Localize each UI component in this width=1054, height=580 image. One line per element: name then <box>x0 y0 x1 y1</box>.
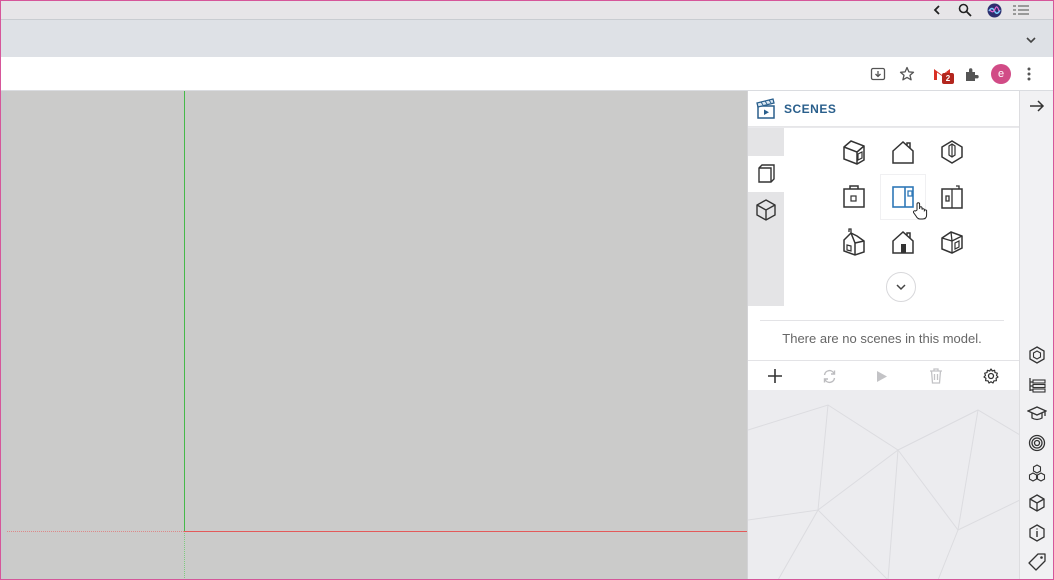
menu-bar <box>1 1 1053 19</box>
more-templates-button[interactable] <box>886 272 916 302</box>
right-tray <box>1019 91 1053 580</box>
extensions-icon[interactable] <box>961 64 981 84</box>
kebab-menu-icon[interactable] <box>1019 64 1039 84</box>
panel-background-pattern <box>748 390 1020 580</box>
instructor-icon[interactable] <box>1025 402 1049 426</box>
play-scenes-icon[interactable] <box>872 366 892 386</box>
components-icon[interactable] <box>1025 461 1049 485</box>
tab-search-icon[interactable] <box>1023 32 1039 48</box>
scenes-header: SCENES <box>748 91 1020 127</box>
display-icon[interactable] <box>1025 491 1049 515</box>
green-axis <box>184 91 185 531</box>
profile-avatar[interactable]: e <box>991 64 1011 84</box>
delete-scene-icon[interactable] <box>926 366 946 386</box>
red-axis <box>184 531 747 532</box>
red-axis-negative <box>7 531 184 532</box>
star-icon[interactable] <box>897 64 917 84</box>
tags-icon[interactable] <box>1025 550 1049 574</box>
front-house-icon[interactable] <box>881 130 925 174</box>
materials-icon[interactable] <box>1025 431 1049 455</box>
scenes-panel: SCENES There are no scenes in this model… <box>747 91 1020 580</box>
tab-strip <box>1 19 1053 57</box>
close-panel-arrow-icon[interactable] <box>1025 94 1049 118</box>
right-view-icon[interactable] <box>930 175 974 219</box>
scene-settings-icon[interactable] <box>981 366 1001 386</box>
update-scene-icon[interactable] <box>819 366 839 386</box>
gmail-icon[interactable]: 2 <box>932 64 954 84</box>
top-view-icon[interactable] <box>832 175 876 219</box>
install-icon[interactable] <box>868 64 888 84</box>
iso-house-icon[interactable] <box>832 130 876 174</box>
green-axis-negative <box>184 531 185 580</box>
scenes-body: There are no scenes in this model. <box>748 128 1020 360</box>
add-scene-icon[interactable] <box>765 366 785 386</box>
entity-info-icon[interactable] <box>1025 521 1049 545</box>
perspective-house-icon[interactable] <box>930 130 974 174</box>
iso-left-house-icon[interactable] <box>832 220 876 264</box>
hand-cursor-icon <box>912 202 928 220</box>
standard-views-tab[interactable] <box>748 156 784 192</box>
scenes-title: SCENES <box>784 102 837 116</box>
empty-scenes-message: There are no scenes in this model. <box>782 331 982 346</box>
browser-toolbar: 2 e <box>1 57 1053 91</box>
control-center-icon[interactable] <box>1012 2 1030 18</box>
home-icon[interactable] <box>881 220 925 264</box>
chevron-left-icon[interactable] <box>931 2 943 18</box>
scene-template-grid <box>832 130 982 270</box>
view-tabs <box>748 128 784 306</box>
iso-views-tab[interactable] <box>748 192 784 228</box>
outliner-icon[interactable] <box>1025 373 1049 397</box>
gmail-unread-badge: 2 <box>942 73 954 84</box>
divider <box>760 320 1004 321</box>
styles-icon[interactable] <box>1025 343 1049 367</box>
iso-right-house-icon[interactable] <box>930 220 974 264</box>
search-icon[interactable] <box>957 2 973 18</box>
avatar: e <box>991 64 1011 84</box>
chevron-down-icon <box>896 283 906 290</box>
scenes-actions-bar <box>748 360 1020 390</box>
siri-icon[interactable] <box>986 2 1002 18</box>
scenes-clapper-icon <box>755 98 777 120</box>
model-viewport[interactable] <box>7 91 747 580</box>
